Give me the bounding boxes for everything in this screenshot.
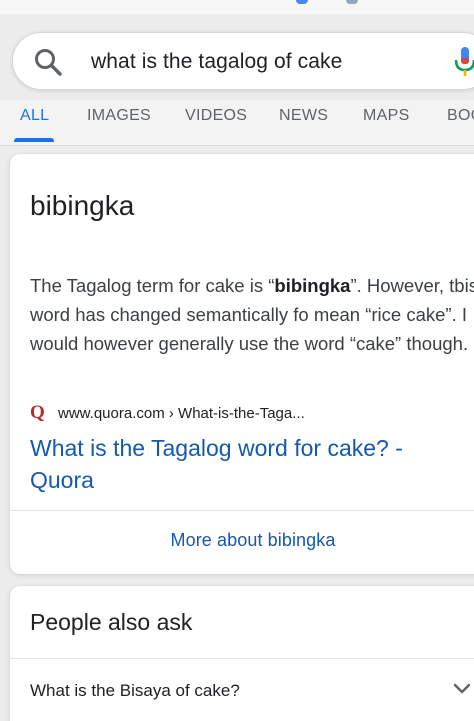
search-tabs: ALL IMAGES VIDEOS NEWS MAPS BOO	[0, 100, 474, 146]
people-also-ask-title: People also ask	[30, 609, 193, 635]
divider	[10, 510, 474, 511]
tab-videos[interactable]: VIDEOS	[185, 107, 247, 125]
snippet-highlight: bibingka	[274, 275, 351, 296]
more-about-link[interactable]: More about bibingka	[10, 530, 474, 551]
active-tab-indicator	[14, 138, 54, 142]
related-question[interactable]: What is the Bisaya of cake?	[30, 681, 240, 701]
divider	[10, 658, 474, 659]
quora-logo-icon: Q	[30, 402, 45, 423]
result-title-link[interactable]: What is the Tagalog word for cake? - Quo…	[30, 432, 460, 496]
tab-all[interactable]: ALL	[20, 107, 49, 125]
search-bar[interactable]: what is the tagalog of cake	[12, 32, 474, 90]
chevron-down-icon[interactable]	[453, 682, 471, 696]
snippet-text: The Tagalog term for cake is “bibingka”.…	[30, 271, 474, 358]
snippet-text-part: The Tagalog term for cake is “	[30, 275, 275, 296]
tab-news[interactable]: NEWS	[279, 107, 328, 125]
search-icon[interactable]	[33, 47, 63, 77]
status-indicator	[296, 0, 308, 4]
featured-snippet-card: bibingka The Tagalog term for cake is “b…	[10, 154, 474, 574]
tab-images[interactable]: IMAGES	[87, 107, 151, 125]
source-row[interactable]: Q www.quora.com › What-is-the-Taga...	[30, 402, 305, 424]
people-also-ask-card: People also ask What is the Bisaya of ca…	[10, 586, 474, 721]
tab-maps[interactable]: MAPS	[363, 107, 410, 125]
tab-books[interactable]: BOO	[447, 107, 474, 125]
answer-title: bibingka	[30, 190, 135, 221]
mic-icon[interactable]	[453, 45, 474, 79]
status-indicator	[346, 0, 358, 4]
source-url[interactable]: www.quora.com › What-is-the-Taga...	[58, 405, 305, 422]
search-input[interactable]: what is the tagalog of cake	[91, 50, 342, 74]
status-strip	[0, 0, 474, 14]
